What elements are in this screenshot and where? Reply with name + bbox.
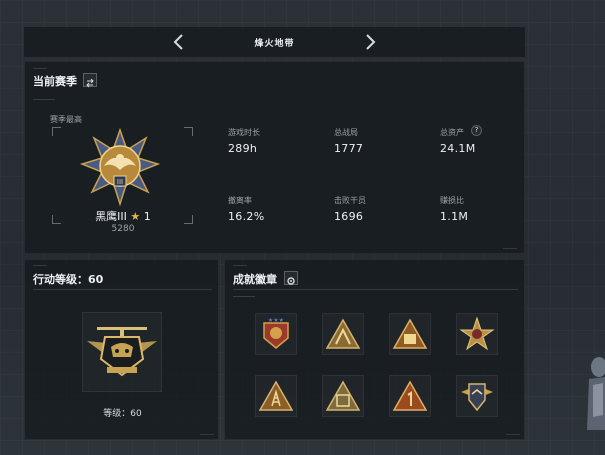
badge-number-one-icon [392,380,428,411]
stat-playtime-value: 289h [228,142,258,155]
assets-help-icon[interactable]: ? [471,125,482,136]
divider [33,289,212,290]
level-title: 行动等级：60 [33,273,104,286]
svg-text:III: III [117,178,123,186]
season-best-label: 赛季最高 [50,115,82,124]
badge-tile[interactable] [456,375,498,417]
level-caption: 等级：60 [103,409,142,419]
swap-icon [86,78,94,88]
decor-line [33,265,47,266]
frame-corner [184,215,193,224]
badge-cross-medal-icon [459,316,495,351]
badge-ladder-triangle-icon [258,380,294,411]
achievements-title: 成就徽章 [233,273,277,286]
badge-tile[interactable] [456,313,498,355]
badge-tile[interactable]: ★★★ [255,313,297,355]
badge-star-shield-icon: ★★★ [263,317,289,349]
helicopter-emblem-icon [87,327,157,377]
badge-wing-shield-icon [461,383,493,412]
chevron-right-icon [366,34,376,50]
season-toggle-button[interactable] [83,73,97,88]
achievements-settings-button[interactable] [284,271,298,285]
svg-text:★★★: ★★★ [268,317,284,324]
badge-bag-triangle-icon [392,318,428,349]
level-emblem-frame [82,312,162,392]
mode-title: 烽火地带 [254,39,295,49]
badge-tile[interactable] [389,375,431,417]
badge-tile[interactable] [389,313,431,355]
rank-line: 黑鹰III ★ 1 [83,208,163,224]
decor-line [506,434,520,435]
stat-extract-label: 撤离率 [228,196,252,205]
level-panel: 行动等级：60 等级：60 [24,259,219,440]
badge-tile[interactable] [255,375,297,417]
rank-points: 5280 [111,224,135,234]
stat-kills-value: 1696 [334,210,364,223]
rank-name: 黑鹰III [95,210,127,223]
character-preview [587,357,605,430]
badge-tile[interactable] [322,375,364,417]
frame-corner [52,127,61,136]
star-icon: ★ [130,210,141,223]
season-title: 当前赛季 [33,75,77,88]
season-panel: 当前赛季 赛季最高 III 黑鹰III ★ 1 5280 游戏时长 289h 总… [24,61,525,254]
decor-line [33,68,47,69]
decor-line [233,265,247,266]
achievements-panel: 成就徽章 ★★★ [224,259,525,440]
frame-corner [52,215,61,224]
next-mode-button[interactable] [360,31,380,53]
decor-line [233,296,255,297]
stat-assets-label: 总资产 [440,128,464,137]
decor-line [200,434,214,435]
badge-arch-triangle-icon [325,318,361,349]
stat-kills-label: 击败干员 [334,196,366,205]
stat-playtime-label: 游戏时长 [228,128,260,137]
stat-profit-label: 赚损比 [440,196,464,205]
decor-line [33,99,55,100]
stat-extract-value: 16.2% [228,210,265,223]
gear-icon [287,277,295,285]
stat-profit-value: 1.1M [440,210,469,223]
badge-crate-triangle-icon [325,380,361,411]
mode-header: 烽火地带 [24,27,525,58]
rank-stars: 1 [143,210,151,223]
decor-line [503,248,517,249]
rank-emblem-icon: III [80,128,160,207]
badge-tile[interactable] [322,313,364,355]
stat-matches-label: 总战局 [334,128,358,137]
stat-matches-value: 1777 [334,142,364,155]
divider [233,289,518,290]
frame-corner [184,127,193,136]
stat-assets-value: 24.1M [440,142,476,155]
